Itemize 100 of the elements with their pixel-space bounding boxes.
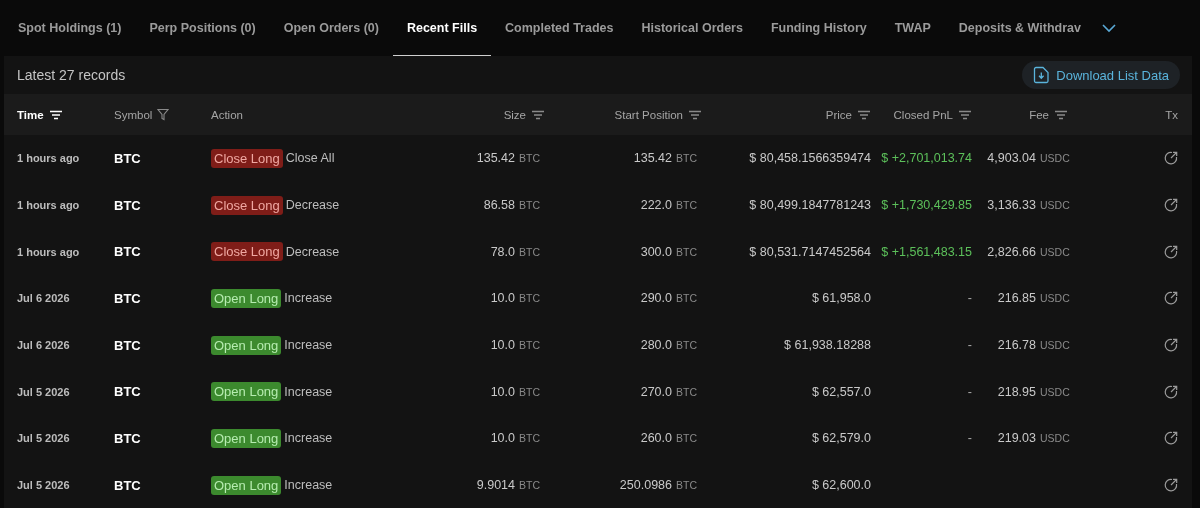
action-detail: Increase xyxy=(284,291,333,306)
unit-label: BTC xyxy=(676,385,698,398)
tab[interactable]: Historical Orders xyxy=(627,0,757,56)
start-position-cell: 300.0 xyxy=(640,244,672,259)
download-button[interactable]: Download List Data xyxy=(1022,61,1180,89)
start-position-cell: 290.0 xyxy=(640,291,672,306)
pnl-cell: $ +1,730,429.85 xyxy=(881,198,972,213)
pnl-cell: - xyxy=(967,338,972,353)
pnl-cell: - xyxy=(967,291,972,306)
pnl-cell: - xyxy=(967,384,972,399)
column-header[interactable]: Price xyxy=(825,108,852,121)
unit-label: USDC xyxy=(1040,339,1070,352)
price-cell: $ 62,557.0 xyxy=(811,384,871,399)
action-tag: Open Long xyxy=(211,428,282,448)
symbol-cell: BTC xyxy=(114,430,141,446)
pnl-cell: - xyxy=(967,431,972,446)
action-tag: Close Long xyxy=(211,195,283,215)
price-cell: $ 62,579.0 xyxy=(811,431,871,446)
unit-label: BTC xyxy=(519,339,541,352)
symbol-cell: BTC xyxy=(114,290,141,306)
action-detail: Decrease xyxy=(285,198,340,213)
unit-label: BTC xyxy=(519,199,541,212)
time-cell: 1 hours ago xyxy=(17,245,80,258)
start-position-cell: 280.0 xyxy=(640,338,672,353)
symbol-cell: BTC xyxy=(114,197,141,213)
start-position-cell: 222.0 xyxy=(640,198,672,213)
action-tag: Open Long xyxy=(211,475,282,495)
tab[interactable]: Perp Positions (0) xyxy=(135,0,270,56)
start-position-cell: 135.42 xyxy=(633,151,672,166)
column-header[interactable]: Fee xyxy=(1029,108,1049,121)
unit-label: BTC xyxy=(676,199,698,212)
symbol-cell: BTC xyxy=(114,150,141,166)
price-cell: $ 80,458.1566359474 xyxy=(749,151,871,166)
column-header[interactable]: Tx xyxy=(1165,108,1178,121)
size-cell: 78.0 xyxy=(490,244,515,259)
tab[interactable]: Open Orders (0) xyxy=(269,0,393,56)
symbol-cell: BTC xyxy=(114,477,141,493)
unit-label: BTC xyxy=(519,432,541,445)
fee-cell: 216.78 xyxy=(997,338,1036,353)
column-header[interactable]: Start Position xyxy=(614,108,683,121)
size-cell: 10.0 xyxy=(490,384,515,399)
size-cell: 10.0 xyxy=(490,338,515,353)
action-tag: Open Long xyxy=(211,288,282,308)
price-cell: $ 61,958.0 xyxy=(811,291,871,306)
tab[interactable]: Deposits & Withdrav xyxy=(944,0,1095,56)
unit-label: BTC xyxy=(519,385,541,398)
start-position-cell: 250.0986 xyxy=(619,478,672,493)
pnl-cell: $ +2,701,013.74 xyxy=(881,151,972,166)
size-cell: 10.0 xyxy=(490,431,515,446)
price-cell: $ 62,600.0 xyxy=(811,478,871,493)
external-link-icon[interactable] xyxy=(1164,431,1178,446)
price-cell: $ 61,938.18288 xyxy=(784,338,871,353)
external-link-icon[interactable] xyxy=(1164,478,1178,493)
external-link-icon[interactable] xyxy=(1164,291,1178,306)
filter-icon[interactable] xyxy=(157,108,170,121)
unit-label: BTC xyxy=(519,479,541,492)
action-detail: Decrease xyxy=(285,244,340,259)
unit-label: BTC xyxy=(676,292,698,305)
pnl-cell: $ +1,561,483.15 xyxy=(881,244,972,259)
external-link-icon[interactable] xyxy=(1164,338,1178,353)
time-cell: 1 hours ago xyxy=(17,152,80,165)
tab[interactable]: Funding History xyxy=(756,0,881,56)
unit-label: BTC xyxy=(519,245,541,258)
external-link-icon[interactable] xyxy=(1164,151,1178,166)
fee-cell: 2,826.66 xyxy=(987,244,1036,259)
unit-label: BTC xyxy=(676,152,698,165)
fee-cell: 3,136.33 xyxy=(987,198,1036,213)
column-header[interactable]: Size xyxy=(503,108,526,121)
column-header[interactable]: Time xyxy=(17,108,44,121)
time-cell: Jul 5 2026 xyxy=(17,385,70,398)
unit-label: BTC xyxy=(519,292,541,305)
external-link-icon[interactable] xyxy=(1164,244,1178,259)
action-tag: Open Long xyxy=(211,335,282,355)
external-link-icon[interactable] xyxy=(1164,198,1178,213)
unit-label: BTC xyxy=(676,432,698,445)
tab[interactable]: Completed Trades xyxy=(491,0,628,56)
unit-label: BTC xyxy=(676,479,698,492)
column-header[interactable]: Action xyxy=(211,108,243,121)
symbol-cell: BTC xyxy=(114,244,141,260)
size-cell: 86.58 xyxy=(483,198,515,213)
tab[interactable]: Spot Holdings (1) xyxy=(4,0,136,56)
size-cell: 10.0 xyxy=(490,291,515,306)
action-detail: Increase xyxy=(284,431,333,446)
time-cell: 1 hours ago xyxy=(17,199,80,212)
action-tag: Close Long xyxy=(211,242,283,262)
start-position-cell: 270.0 xyxy=(640,384,672,399)
unit-label: USDC xyxy=(1040,152,1070,165)
time-cell: Jul 6 2026 xyxy=(17,292,70,305)
unit-label: USDC xyxy=(1040,245,1070,258)
unit-label: USDC xyxy=(1040,292,1070,305)
chevron-down-icon[interactable] xyxy=(1101,23,1117,33)
start-position-cell: 260.0 xyxy=(640,431,672,446)
symbol-cell: BTC xyxy=(114,384,141,400)
column-header[interactable]: Symbol xyxy=(114,108,153,121)
tab[interactable]: TWAP xyxy=(880,0,945,56)
external-link-icon[interactable] xyxy=(1164,384,1178,399)
column-header[interactable]: Closed PnL xyxy=(893,108,953,121)
fee-cell: 4,903.04 xyxy=(987,151,1036,166)
action-detail: Increase xyxy=(284,478,333,493)
unit-label: USDC xyxy=(1040,432,1070,445)
